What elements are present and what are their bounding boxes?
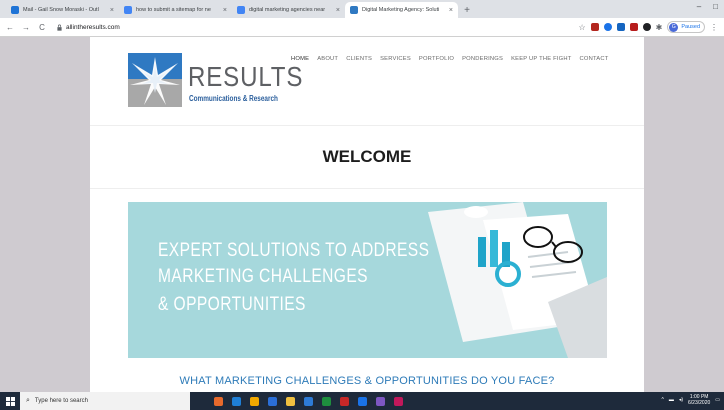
site-page: RESULTS Communications & Research HOME A…: [90, 37, 644, 392]
search-placeholder: Type here to search: [34, 398, 88, 404]
nav-item-about[interactable]: ABOUT: [317, 56, 338, 62]
browser-tab[interactable]: how to submit a sitemap for ne ×: [119, 2, 232, 18]
tab-favicon-icon: [350, 6, 358, 14]
extension-icon[interactable]: [603, 23, 612, 31]
extension-icon[interactable]: [590, 23, 599, 31]
extension-icon[interactable]: [629, 23, 638, 31]
browser-tab[interactable]: Mail - Gail Snow Moraski - Outl ×: [6, 2, 119, 18]
page-title: WELCOME: [322, 147, 412, 166]
hero-line: & OPPORTUNITIES: [158, 294, 306, 315]
lock-icon: [56, 24, 63, 31]
menu-icon[interactable]: ⋮: [710, 23, 718, 32]
windows-taskbar: ⌕ Type here to search ^ ▬ ◂) 1:00 PM 6/2…: [0, 392, 724, 410]
forward-button[interactable]: →: [20, 23, 32, 32]
hero-line: MARKETING CHALLENGES: [158, 266, 368, 287]
taskbar-app-icon[interactable]: [304, 396, 313, 406]
network-icon[interactable]: ▬: [669, 397, 674, 403]
taskbar-app-icon[interactable]: [286, 396, 295, 406]
reload-button[interactable]: C: [36, 23, 48, 32]
nav-item-portfolio[interactable]: PORTFOLIO: [419, 56, 454, 62]
browser-tab[interactable]: Digital Marketing Agency: Soluti ×: [345, 2, 458, 18]
extensions-area: ☆ ✱ G Paused ⋮: [578, 21, 718, 33]
tab-close-icon[interactable]: ×: [223, 7, 227, 14]
taskbar-app-icon[interactable]: [358, 396, 367, 406]
taskbar-app-icon[interactable]: [394, 396, 403, 406]
search-icon: ⌕: [26, 397, 30, 404]
tab-close-icon[interactable]: ×: [449, 7, 453, 14]
back-button[interactable]: ←: [4, 23, 16, 32]
clock-date: 6/23/2020: [688, 400, 711, 406]
tab-title: digital marketing agencies near: [249, 7, 326, 13]
profile-button[interactable]: G Paused: [667, 21, 705, 33]
taskbar-app-icon[interactable]: [322, 396, 331, 406]
hero-line: EXPERT SOLUTIONS TO ADDRESS: [158, 240, 430, 261]
notifications-icon[interactable]: ▭: [715, 397, 720, 403]
tab-favicon-icon: [11, 6, 19, 14]
extension-icon[interactable]: [642, 23, 651, 31]
show-hidden-icons-icon[interactable]: ^: [661, 397, 663, 403]
avatar: G: [669, 22, 679, 32]
taskbar-app-icon[interactable]: [214, 396, 223, 406]
nav-item-keep-up-the-fight[interactable]: KEEP UP THE FIGHT: [511, 56, 571, 62]
main-nav: HOME ABOUT CLIENTS SERVICES PORTFOLIO PO…: [291, 56, 609, 62]
taskbar-app-icon[interactable]: [232, 396, 241, 406]
tab-close-icon[interactable]: ×: [110, 7, 114, 14]
header-divider: [90, 125, 644, 126]
tab-list: Mail - Gail Snow Moraski - Outl × how to s…: [6, 2, 458, 18]
tab-favicon-icon: [124, 6, 132, 14]
start-button[interactable]: [0, 392, 20, 410]
minimize-button[interactable]: –: [697, 2, 701, 11]
starburst-icon: [130, 57, 180, 105]
tab-close-icon[interactable]: ×: [336, 7, 340, 14]
browser-tab-strip: Mail - Gail Snow Moraski - Outl × how to s…: [0, 0, 724, 18]
section-heading: WHAT MARKETING CHALLENGES & OPPORTUNITIE…: [179, 375, 555, 387]
window-controls: – □: [697, 2, 718, 11]
address-bar[interactable]: allintheresults.com: [66, 24, 120, 31]
taskbar-app-icon[interactable]: [268, 396, 277, 406]
new-tab-button[interactable]: +: [460, 2, 474, 18]
taskbar-app-icon[interactable]: [376, 396, 385, 406]
logo-tagline: Communications & Research: [189, 94, 278, 103]
nav-item-clients[interactable]: CLIENTS: [346, 56, 372, 62]
hero-banner: EXPERT SOLUTIONS TO ADDRESS MARKETING CH…: [128, 202, 607, 358]
taskbar-search-input[interactable]: ⌕ Type here to search: [20, 392, 190, 410]
title-divider: [90, 188, 644, 189]
page-viewport: RESULTS Communications & Research HOME A…: [0, 37, 724, 392]
maximize-button[interactable]: □: [713, 2, 718, 11]
windows-logo-icon: [5, 396, 15, 406]
tab-title: how to submit a sitemap for ne: [136, 7, 211, 13]
nav-item-home[interactable]: HOME: [291, 56, 309, 62]
taskbar-app-icon[interactable]: [340, 396, 349, 406]
browser-toolbar: ← → C allintheresults.com ☆ ✱ G Paused ⋮: [0, 18, 724, 37]
taskbar-app-icon[interactable]: [250, 396, 259, 406]
nav-item-services[interactable]: SERVICES: [380, 56, 411, 62]
extension-icon[interactable]: [616, 23, 625, 31]
tab-favicon-icon: [237, 6, 245, 14]
tab-title: Mail - Gail Snow Moraski - Outl: [23, 7, 99, 13]
volume-icon[interactable]: ◂): [679, 397, 683, 403]
taskbar-clock[interactable]: 1:00 PM 6/23/2020: [688, 394, 710, 406]
logo-wordmark: RESULTS: [188, 61, 304, 92]
system-tray: ^ ▬ ◂) 1:00 PM 6/23/2020 ▭: [661, 394, 720, 406]
taskbar-apps: [214, 396, 403, 406]
nav-item-contact[interactable]: CONTACT: [580, 56, 609, 62]
bookmark-star-icon[interactable]: ☆: [578, 23, 585, 32]
extensions-puzzle-icon[interactable]: ✱: [656, 23, 663, 32]
tab-title: Digital Marketing Agency: Soluti: [362, 7, 440, 13]
profile-status: Paused: [681, 24, 700, 30]
browser-tab[interactable]: digital marketing agencies near ×: [232, 2, 345, 18]
nav-item-ponderings[interactable]: PONDERINGS: [462, 56, 503, 62]
site-logo[interactable]: RESULTS Communications & Research: [128, 53, 302, 109]
